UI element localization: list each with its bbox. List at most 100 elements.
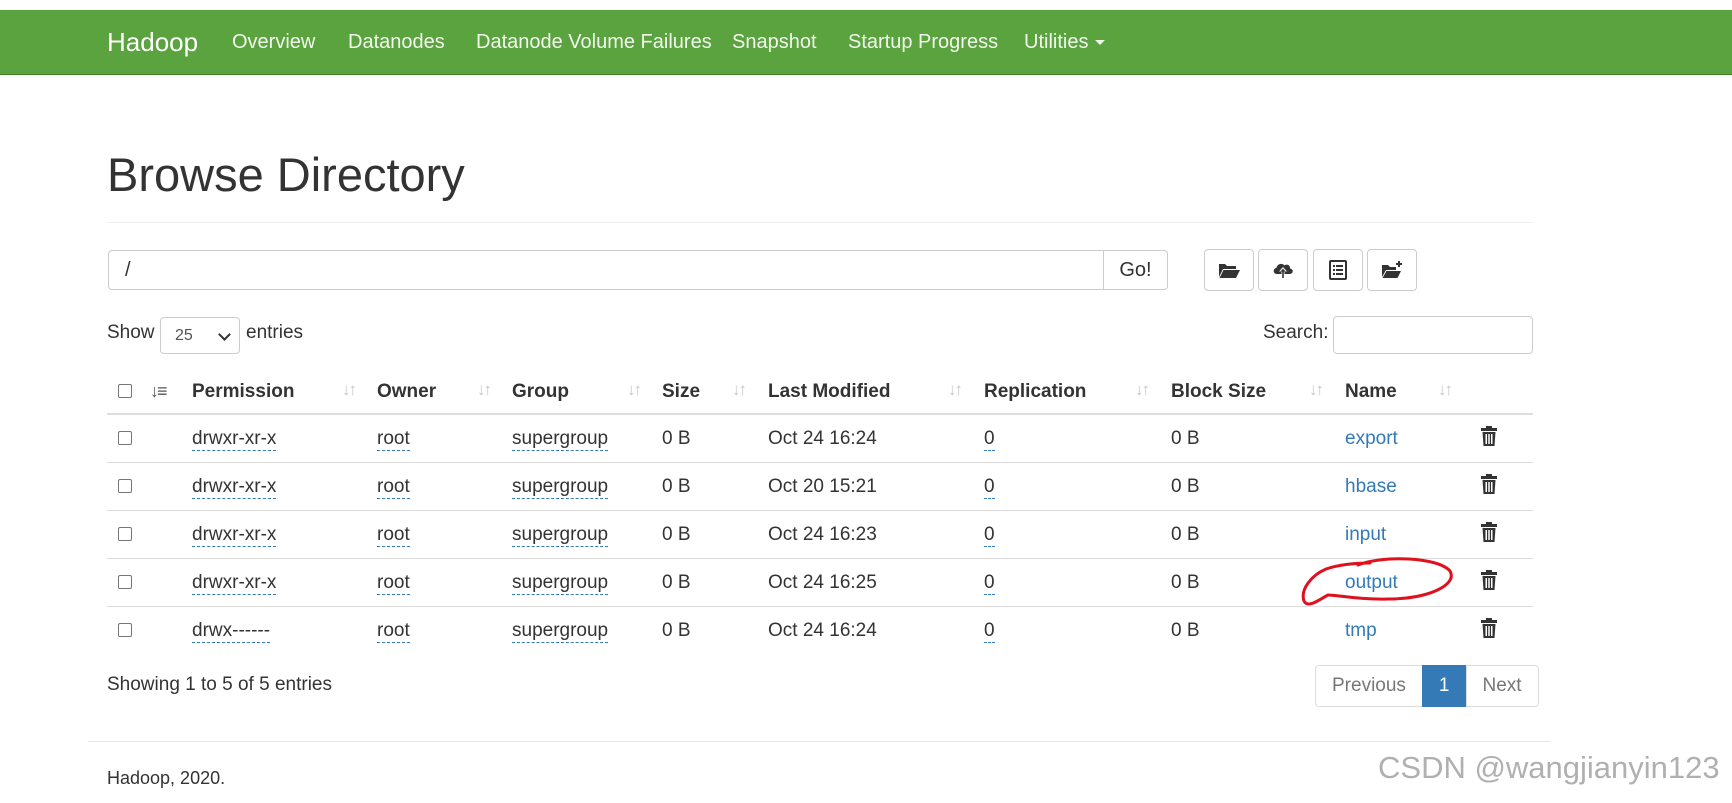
file-name-link[interactable]: tmp — [1345, 620, 1377, 641]
table-header-row: ↓≡ Permission ↓↑ Owner ↓↑ Group ↓↑ Size ↓↑ L… — [107, 370, 1533, 415]
delete-button[interactable] — [1481, 425, 1497, 452]
sort-amount-icon: ↓≡ — [150, 380, 167, 401]
sort-icon: ↓↑ — [1135, 380, 1150, 399]
sort-icon: ↓↑ — [732, 380, 747, 399]
sort-icon: ↓↑ — [477, 380, 492, 399]
header-name[interactable]: Name ↓↑ — [1345, 370, 1473, 415]
table-row: drwxr-xr-x root supergroup 0 B Oct 24 16… — [107, 414, 1533, 463]
permission-value[interactable]: drwxr-xr-x — [192, 427, 277, 451]
next-page-button[interactable]: Next — [1465, 665, 1539, 707]
folder-open-icon — [1219, 264, 1240, 278]
header-group[interactable]: Group ↓↑ — [512, 370, 662, 415]
owner-value[interactable]: root — [377, 475, 410, 499]
file-name-link[interactable]: export — [1345, 428, 1398, 449]
replication-value[interactable]: 0 — [984, 523, 995, 547]
row-checkbox[interactable] — [118, 431, 132, 446]
delete-button[interactable] — [1481, 473, 1497, 500]
go-button[interactable]: Go! — [1104, 250, 1168, 290]
permission-value[interactable]: drwxr-xr-x — [192, 475, 277, 499]
nav-datanodes[interactable]: Datanodes — [348, 10, 445, 74]
row-checkbox[interactable] — [118, 575, 132, 590]
table-row: drwxr-xr-x root supergroup 0 B Oct 24 16… — [107, 510, 1533, 559]
page-title: Browse Directory — [107, 148, 465, 201]
directory-path-input[interactable] — [108, 250, 1104, 290]
last-modified-value: Oct 24 16:25 — [768, 558, 984, 607]
search-input[interactable] — [1333, 316, 1533, 354]
replication-value[interactable]: 0 — [984, 427, 995, 451]
header-replication[interactable]: Replication ↓↑ — [984, 370, 1171, 415]
owner-value[interactable]: root — [377, 523, 410, 547]
last-modified-value: Oct 24 16:24 — [768, 606, 984, 654]
red-circle-annotation — [1301, 557, 1453, 606]
size-value: 0 B — [662, 462, 768, 511]
block-size-value: 0 B — [1171, 427, 1200, 449]
group-value[interactable]: supergroup — [512, 427, 609, 451]
trash-icon — [1481, 425, 1497, 446]
trash-icon — [1481, 617, 1497, 638]
owner-value[interactable]: root — [377, 619, 410, 643]
select-all-checkbox[interactable] — [118, 384, 132, 399]
top-navbar: Hadoop Overview Datanodes Datanode Volum… — [0, 10, 1732, 75]
chevron-down-icon — [218, 328, 231, 341]
permission-value[interactable]: drwxr-xr-x — [192, 571, 277, 595]
caret-down-icon — [1095, 40, 1106, 46]
header-actions — [1473, 370, 1533, 415]
sort-default-header[interactable]: ↓≡ — [150, 370, 192, 415]
row-checkbox[interactable] — [118, 479, 132, 494]
nav-startup-progress[interactable]: Startup Progress — [848, 10, 998, 74]
table-row: drwx------ root supergroup 0 B Oct 24 16… — [107, 606, 1533, 654]
replication-value[interactable]: 0 — [984, 571, 995, 595]
folder-new-icon — [1382, 261, 1402, 278]
file-name-link[interactable]: hbase — [1345, 476, 1397, 497]
last-modified-value: Oct 24 16:24 — [768, 427, 877, 449]
header-size[interactable]: Size ↓↑ — [662, 370, 768, 415]
previous-page-button[interactable]: Previous — [1315, 665, 1423, 707]
row-checkbox[interactable] — [118, 527, 132, 542]
permission-value[interactable]: drwx------ — [192, 619, 271, 643]
entries-per-page-select[interactable]: 25 — [160, 317, 240, 354]
table-row: drwxr-xr-x root supergroup 0 B Oct 20 15… — [107, 462, 1533, 511]
sort-icon: ↓↑ — [948, 380, 963, 399]
delete-button[interactable] — [1481, 617, 1497, 644]
group-value[interactable]: supergroup — [512, 619, 609, 643]
group-value[interactable]: supergroup — [512, 523, 609, 547]
page-1-button[interactable]: 1 — [1421, 665, 1467, 707]
header-block-size[interactable]: Block Size ↓↑ — [1171, 370, 1345, 415]
owner-value[interactable]: root — [377, 571, 410, 595]
replication-value[interactable]: 0 — [984, 475, 995, 499]
nav-snapshot[interactable]: Snapshot — [732, 10, 817, 74]
sort-icon: ↓↑ — [342, 380, 357, 399]
nav-utilities-label: Utilities — [1024, 31, 1089, 53]
header-owner[interactable]: Owner ↓↑ — [377, 370, 512, 415]
header-permission[interactable]: Permission ↓↑ — [192, 370, 377, 415]
file-name-link[interactable]: input — [1345, 524, 1386, 545]
delete-button[interactable] — [1481, 569, 1497, 596]
permission-value[interactable]: drwxr-xr-x — [192, 523, 277, 547]
header-last-modified[interactable]: Last Modified ↓↑ — [768, 370, 984, 415]
owner-value[interactable]: root — [377, 427, 410, 451]
size-value: 0 B — [662, 510, 768, 559]
nav-datanode-volume-failures[interactable]: Datanode Volume Failures — [476, 10, 712, 74]
entries-label: entries — [246, 322, 304, 343]
trash-icon — [1481, 569, 1497, 590]
file-table-body: drwxr-xr-x root supergroup 0 B Oct 24 16… — [107, 414, 1533, 654]
create-directory-button[interactable] — [1204, 249, 1254, 291]
last-modified-value: Oct 20 15:21 — [768, 462, 984, 511]
upload-files-button[interactable] — [1258, 249, 1308, 291]
brand-logo[interactable]: Hadoop — [107, 10, 198, 74]
group-value[interactable]: supergroup — [512, 475, 609, 499]
group-value[interactable]: supergroup — [512, 571, 609, 595]
title-divider — [107, 222, 1533, 223]
nav-utilities-dropdown[interactable]: Utilities — [1024, 10, 1106, 74]
view-list-button[interactable] — [1313, 249, 1363, 291]
move-files-button[interactable] — [1367, 249, 1417, 291]
block-size-value: 0 B — [1171, 510, 1345, 559]
replication-value[interactable]: 0 — [984, 619, 995, 643]
block-size-value: 0 B — [1171, 606, 1345, 654]
delete-button[interactable] — [1481, 521, 1497, 548]
pagination: Previous 1 Next — [1315, 665, 1539, 707]
nav-overview[interactable]: Overview — [232, 10, 315, 74]
row-checkbox[interactable] — [118, 623, 132, 638]
sort-icon: ↓↑ — [627, 380, 642, 399]
list-alt-icon — [1329, 260, 1347, 280]
